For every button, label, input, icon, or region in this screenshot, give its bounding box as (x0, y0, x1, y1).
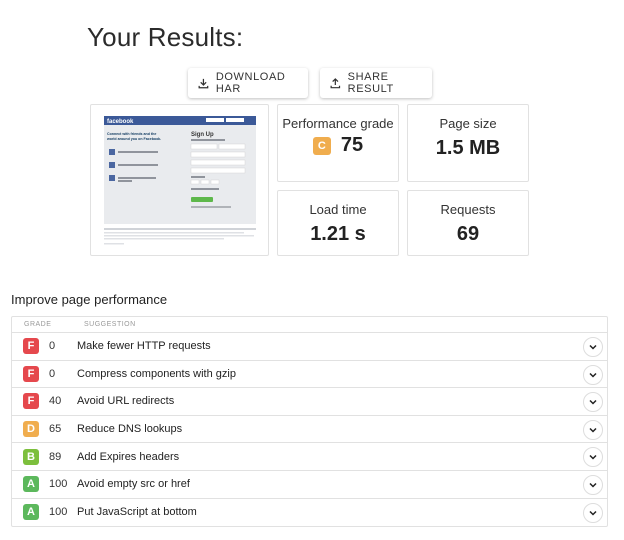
expand-row-button[interactable] (583, 447, 603, 468)
grade-badge: D (23, 421, 39, 438)
suggestion-text: Reduce DNS lookups (77, 423, 183, 436)
share-result-button[interactable]: SHARE RESULT (320, 68, 432, 98)
expand-row-button[interactable] (583, 502, 603, 523)
grade-badge: B (23, 448, 39, 465)
page-size-label: Page size (439, 116, 497, 131)
table-row[interactable]: F 0 Compress components with gzip (12, 361, 607, 389)
expand-row-button[interactable] (583, 474, 603, 495)
score-value: 100 (49, 478, 68, 491)
suggestion-text: Make fewer HTTP requests (77, 340, 211, 353)
suggestions-table: GRADE SUGGESTION F 0 Make fewer HTTP reque… (11, 316, 608, 528)
expand-row-button[interactable] (583, 337, 603, 357)
chevron-down-icon (589, 455, 597, 460)
requests-value: 69 (456, 223, 480, 245)
download-har-button[interactable]: DOWNLOAD HAR (188, 68, 308, 98)
table-row[interactable]: F 0 Make fewer HTTP requests (12, 333, 607, 361)
chevron-down-icon (589, 427, 597, 433)
requests-label: Requests (440, 202, 496, 217)
page-size-card: Page size 1.5 MB (407, 104, 529, 182)
performance-grade-badge: C (312, 136, 331, 155)
score-value: 100 (49, 506, 68, 519)
table-header: GRADE SUGGESTION (12, 317, 607, 333)
chevron-down-icon (589, 482, 597, 488)
download-icon (198, 78, 209, 88)
grade-badge: F (23, 393, 39, 410)
suggestion-text: Avoid empty src or href (77, 478, 190, 491)
table-row[interactable]: B 89 Add Expires headers (12, 443, 607, 471)
table-row[interactable]: A 100 Avoid empty src or href (12, 471, 607, 499)
table-row[interactable]: F 40 Avoid URL redirects (12, 388, 607, 416)
expand-row-button[interactable] (583, 364, 603, 385)
facebook-logo: facebook (107, 119, 134, 125)
chevron-down-icon (589, 344, 597, 350)
suggestion-text: Add Expires headers (77, 450, 180, 463)
page-title: Your Results: (87, 22, 244, 52)
expand-row-button[interactable] (583, 419, 603, 440)
grade-badge: A (23, 476, 39, 493)
share-icon (330, 77, 341, 88)
grade-badge: A (23, 504, 39, 521)
score-value: 40 (49, 395, 62, 408)
chevron-down-icon (589, 400, 597, 405)
improve-section-title: Improve page performance (11, 292, 168, 307)
load-time-card: Load time 1.21 s (277, 190, 399, 256)
share-result-label: SHARE RESULT (347, 71, 394, 95)
chevron-down-icon (589, 372, 597, 378)
performance-grade-card: Performance grade C 75 (277, 104, 399, 182)
table-row[interactable]: D 65 Reduce DNS lookups (12, 416, 607, 444)
score-value: 65 (49, 423, 62, 436)
expand-row-button[interactable] (583, 392, 603, 413)
suggestion-text: Put JavaScript at bottom (77, 506, 197, 519)
grade-badge: F (23, 338, 39, 355)
page-screenshot-thumbnail: facebook Connect with friends and the wo… (90, 104, 269, 256)
chevron-down-icon (589, 510, 597, 516)
load-time-label: Load time (309, 202, 367, 217)
grade-badge: F (23, 365, 39, 382)
score-value: 89 (49, 450, 62, 463)
grade-column-header: GRADE (24, 321, 52, 328)
svg-text:Connect with friends and the: Connect with friends and the (107, 132, 156, 136)
requests-card: Requests 69 (407, 190, 529, 256)
svg-text:world around you on Facebook.: world around you on Facebook. (106, 137, 161, 141)
load-time-value: 1.21 s (310, 223, 366, 245)
page-size-value: 1.5 MB (435, 137, 501, 159)
suggestion-text: Compress components with gzip (77, 367, 236, 380)
svg-text:Sign Up: Sign Up (191, 132, 214, 138)
suggestion-text: Avoid URL redirects (77, 395, 175, 408)
score-value: 0 (49, 367, 56, 380)
performance-grade-label: Performance grade (282, 116, 394, 131)
suggestion-column-header: SUGGESTION (84, 321, 136, 328)
download-har-label: DOWNLOAD HAR (215, 71, 286, 95)
table-row[interactable]: A 100 Put JavaScript at bottom (12, 499, 607, 527)
performance-grade-value: 75 (340, 134, 364, 156)
score-value: 0 (49, 340, 56, 353)
